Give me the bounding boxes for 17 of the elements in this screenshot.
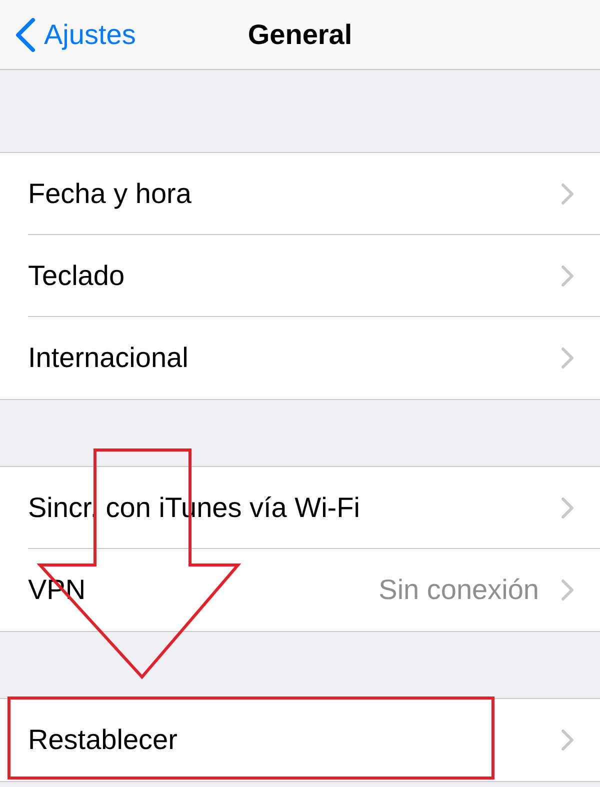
row-label: Restablecer (28, 724, 178, 756)
screen-title: General (248, 18, 352, 50)
row-label: Internacional (28, 342, 190, 374)
settings-row[interactable]: Teclado (28, 235, 600, 317)
chevron-icon (561, 347, 574, 369)
chevron-icon (561, 182, 574, 204)
row-label: Teclado (28, 260, 126, 292)
chevron-icon (561, 579, 574, 601)
settings-row[interactable]: Fecha y hora (28, 153, 600, 235)
row-label: Fecha y hora (28, 178, 192, 210)
back-chevron-icon (14, 18, 36, 52)
row-detail: Sin conexión (378, 574, 539, 606)
back-button[interactable]: Ajustes (0, 10, 136, 60)
chevron-icon (561, 729, 574, 751)
settings-row[interactable]: Internacional (28, 317, 600, 399)
chevron-icon (561, 264, 574, 286)
chevron-icon (561, 496, 574, 518)
